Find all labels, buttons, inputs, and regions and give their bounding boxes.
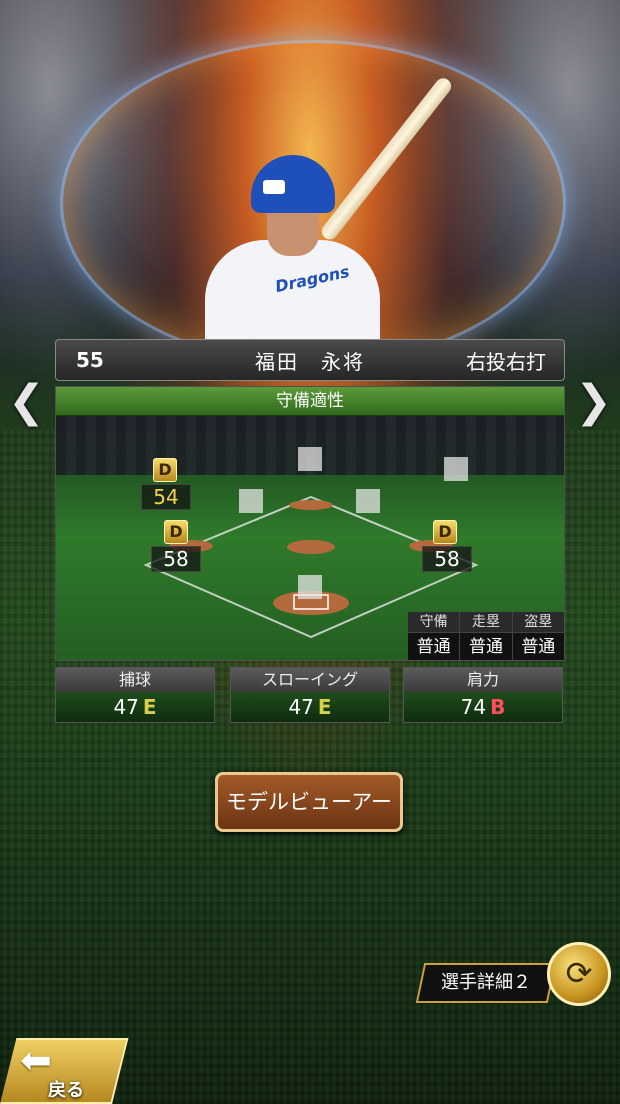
position-value: 54 <box>141 484 191 510</box>
table-cell: 普通 <box>408 633 460 660</box>
position-value: 58 <box>151 546 201 572</box>
position-slot-2b <box>356 489 380 513</box>
player-detail-label: 選手詳細２ <box>441 972 531 993</box>
stat-value: 47 <box>288 695 314 719</box>
table-header: 盗塁 <box>512 612 564 632</box>
player-name-bar: 55 福田 永将 右投右打 <box>55 339 565 381</box>
defense-aptitude-panel: 守備適性 D 54 D 58 D 58 守備 走塁 盗塁 普通 普通 普通 <box>55 386 565 661</box>
stat-throwing: スローイング 47 E <box>230 667 390 723</box>
stat-value: 47 <box>113 695 139 719</box>
table-cell: 普通 <box>512 633 564 660</box>
stat-value-row: 74 B <box>404 692 562 722</box>
stat-grade: E <box>142 695 157 719</box>
table-header: 守備 <box>408 612 460 632</box>
stat-label: 捕球 <box>56 668 214 692</box>
position-slot-cf <box>298 447 322 471</box>
stat-label: スローイング <box>231 668 389 692</box>
stat-grade: B <box>490 695 506 719</box>
stat-value: 74 <box>460 695 487 719</box>
panel-title: 守備適性 <box>56 387 564 416</box>
position-rank-badge: D <box>164 520 188 544</box>
position-rank-badge: D <box>153 458 177 482</box>
baserunning-table: 守備 走塁 盗塁 普通 普通 普通 <box>408 612 564 660</box>
stat-value-row: 47 E <box>56 692 214 722</box>
position-value: 58 <box>422 546 472 572</box>
helmet-logo <box>263 180 285 194</box>
stat-grade: E <box>317 695 332 719</box>
back-label: 戻る <box>48 1080 84 1101</box>
player-detail-button[interactable]: 選手詳細２ <box>415 963 557 1003</box>
position-slot-c <box>298 575 322 599</box>
chevron-right-icon[interactable]: ❯ <box>575 380 612 424</box>
stat-value-row: 47 E <box>231 692 389 722</box>
swap-arrows-icon[interactable]: ⟳ <box>547 942 611 1006</box>
player-handedness: 右投右打 <box>466 349 546 374</box>
stat-catching: 捕球 47 E <box>55 667 215 723</box>
stat-arm-strength: 肩力 74 B <box>403 667 563 723</box>
table-cell: 普通 <box>460 633 512 660</box>
position-slot-rf <box>444 457 468 481</box>
model-viewer-button[interactable]: モデルビューアー <box>215 772 403 832</box>
position-rank-badge: D <box>433 520 457 544</box>
position-slot-ss <box>239 489 263 513</box>
table-header: 走塁 <box>460 612 512 632</box>
stat-label: 肩力 <box>404 668 562 692</box>
chevron-left-icon[interactable]: ❮ <box>8 380 45 424</box>
